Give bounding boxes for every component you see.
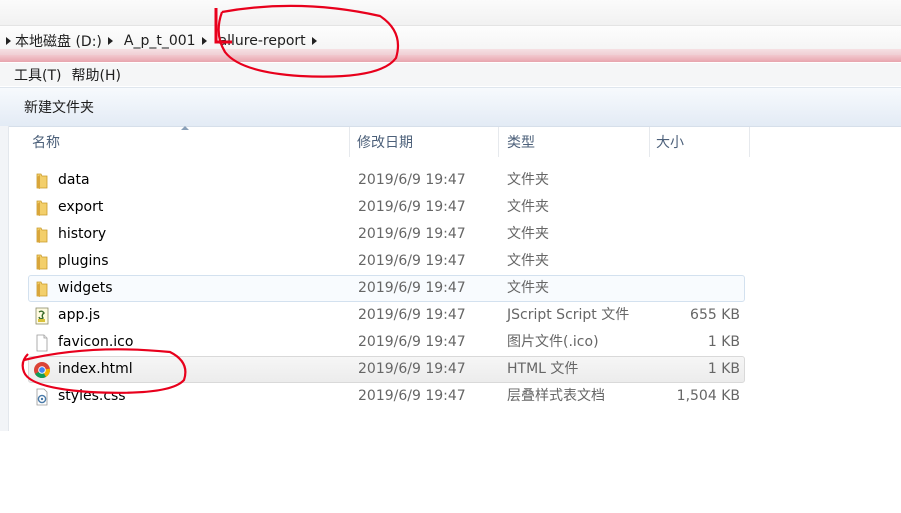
window-title-strip: [0, 0, 901, 25]
folder-icon: [36, 254, 48, 270]
file-size: 1 KB: [707, 361, 740, 377]
folder-icon: [36, 281, 48, 297]
file-row-app-js[interactable]: app.js 2019/6/9 19:47 JScript Script 文件 …: [28, 302, 745, 329]
file-type: 文件夹: [507, 172, 549, 188]
file-row-widgets[interactable]: widgets 2019/6/9 19:47 文件夹: [28, 275, 745, 302]
column-divider[interactable]: [649, 127, 650, 157]
file-date: 2019/6/9 19:47: [358, 226, 466, 242]
file-name: widgets: [58, 280, 113, 296]
column-divider[interactable]: [349, 127, 350, 157]
file-name: favicon.ico: [58, 334, 134, 350]
navigation-pane-edge[interactable]: [0, 126, 9, 431]
menu-bar: 工具(T) 帮助(H): [0, 63, 901, 86]
file-type: 文件夹: [507, 253, 549, 269]
folder-icon: [36, 200, 48, 216]
new-folder-button[interactable]: 新建文件夹: [0, 97, 94, 117]
file-date: 2019/6/9 19:47: [358, 172, 466, 188]
script-file-icon: [35, 307, 49, 325]
sort-ascending-icon: [181, 126, 189, 130]
menu-item-help[interactable]: 帮助(H): [69, 65, 128, 85]
file-type: 文件夹: [507, 280, 549, 296]
column-header-name[interactable]: 名称: [32, 127, 60, 157]
file-date: 2019/6/9 19:47: [358, 361, 466, 377]
file-name: data: [58, 172, 90, 188]
file-row-export[interactable]: export 2019/6/9 19:47 文件夹: [28, 194, 745, 221]
toolbar: 新建文件夹: [0, 87, 901, 127]
column-divider[interactable]: [498, 127, 499, 157]
file-name: plugins: [58, 253, 109, 269]
file-list: data 2019/6/9 19:47 文件夹 export 2019/6/9 …: [28, 167, 745, 410]
file-size: 1 KB: [707, 334, 740, 350]
file-row-favicon-ico[interactable]: favicon.ico 2019/6/9 19:47 图片文件(.ico) 1 …: [28, 329, 745, 356]
column-header-size[interactable]: 大小: [656, 127, 684, 157]
file-type: JScript Script 文件: [507, 307, 630, 323]
blank-file-icon: [36, 334, 48, 352]
file-type: 文件夹: [507, 199, 549, 215]
column-header-date[interactable]: 修改日期: [357, 127, 413, 157]
file-size: 655 KB: [690, 307, 740, 323]
file-name: export: [58, 199, 104, 215]
file-row-styles-css[interactable]: styles.css 2019/6/9 19:47 层叠样式表文档 1,504 …: [28, 383, 745, 410]
column-header-type[interactable]: 类型: [507, 127, 535, 157]
folder-icon: [36, 227, 48, 243]
column-divider[interactable]: [749, 127, 750, 157]
folder-icon: [36, 173, 48, 189]
css-file-icon: [36, 388, 48, 406]
chevron-right-icon[interactable]: [311, 36, 317, 45]
file-date: 2019/6/9 19:47: [358, 253, 466, 269]
file-date: 2019/6/9 19:47: [358, 388, 466, 404]
file-name: history: [58, 226, 107, 242]
file-type: 层叠样式表文档: [507, 388, 605, 404]
file-date: 2019/6/9 19:47: [358, 307, 466, 323]
file-name: index.html: [58, 361, 133, 377]
file-date: 2019/6/9 19:47: [358, 199, 466, 215]
file-type: 文件夹: [507, 226, 549, 242]
file-date: 2019/6/9 19:47: [358, 280, 466, 296]
file-name: styles.css: [58, 388, 126, 404]
file-date: 2019/6/9 19:47: [358, 334, 466, 350]
file-type: HTML 文件: [507, 361, 579, 377]
window-frame-band: [0, 55, 901, 62]
chrome-icon: [34, 362, 51, 378]
file-type: 图片文件(.ico): [507, 334, 599, 350]
file-name: app.js: [58, 307, 100, 323]
file-row-data[interactable]: data 2019/6/9 19:47 文件夹: [28, 167, 745, 194]
file-row-index-html[interactable]: index.html 2019/6/9 19:47 HTML 文件 1 KB: [28, 356, 745, 383]
file-row-plugins[interactable]: plugins 2019/6/9 19:47 文件夹: [28, 248, 745, 275]
menu-item-tools[interactable]: 工具(T): [0, 65, 69, 85]
file-row-history[interactable]: history 2019/6/9 19:47 文件夹: [28, 221, 745, 248]
file-size: 1,504 KB: [676, 388, 740, 404]
